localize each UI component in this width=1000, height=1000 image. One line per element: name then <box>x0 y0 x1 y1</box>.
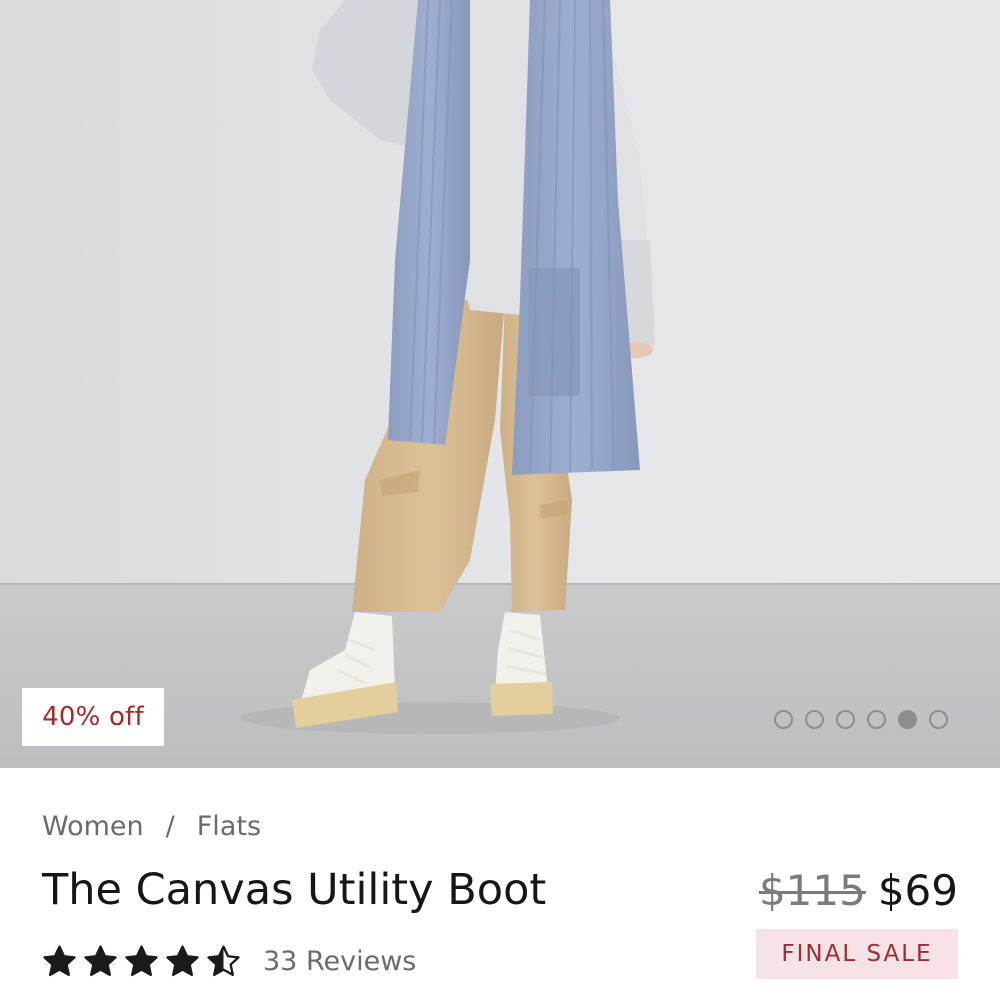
breadcrumb-separator: / <box>165 810 175 842</box>
carousel-dot[interactable] <box>774 710 793 729</box>
price: $115 $69 <box>759 860 958 920</box>
carousel-dot[interactable] <box>867 710 886 729</box>
product-page: 40% off Women / Flats The Canvas Utility… <box>0 0 1000 1000</box>
sale-price: $69 <box>877 865 958 915</box>
carousel-dot[interactable] <box>929 710 948 729</box>
carousel-dot[interactable] <box>898 710 917 729</box>
rating-stars <box>42 944 241 979</box>
carousel-dot[interactable] <box>836 710 855 729</box>
original-price: $115 <box>758 865 866 915</box>
discount-badge: 40% off <box>22 688 164 746</box>
star-full-icon <box>83 944 118 979</box>
carousel-pagination <box>774 710 948 729</box>
star-full-icon <box>165 944 200 979</box>
star-full-icon <box>124 944 159 979</box>
final-sale-badge: FINAL SALE <box>756 929 958 979</box>
product-title: The Canvas Utility Boot <box>42 865 547 915</box>
product-photo <box>0 0 1000 768</box>
breadcrumb-item-flats[interactable]: Flats <box>197 811 261 842</box>
breadcrumb: Women / Flats <box>42 806 261 846</box>
star-full-icon <box>42 944 77 979</box>
reviews-link[interactable]: 33 Reviews <box>263 946 416 977</box>
carousel-dot[interactable] <box>805 710 824 729</box>
star-half-icon <box>206 944 241 979</box>
breadcrumb-item-women[interactable]: Women <box>42 811 144 842</box>
product-image-carousel[interactable]: 40% off <box>0 0 1000 768</box>
product-rating: 33 Reviews <box>42 938 416 984</box>
